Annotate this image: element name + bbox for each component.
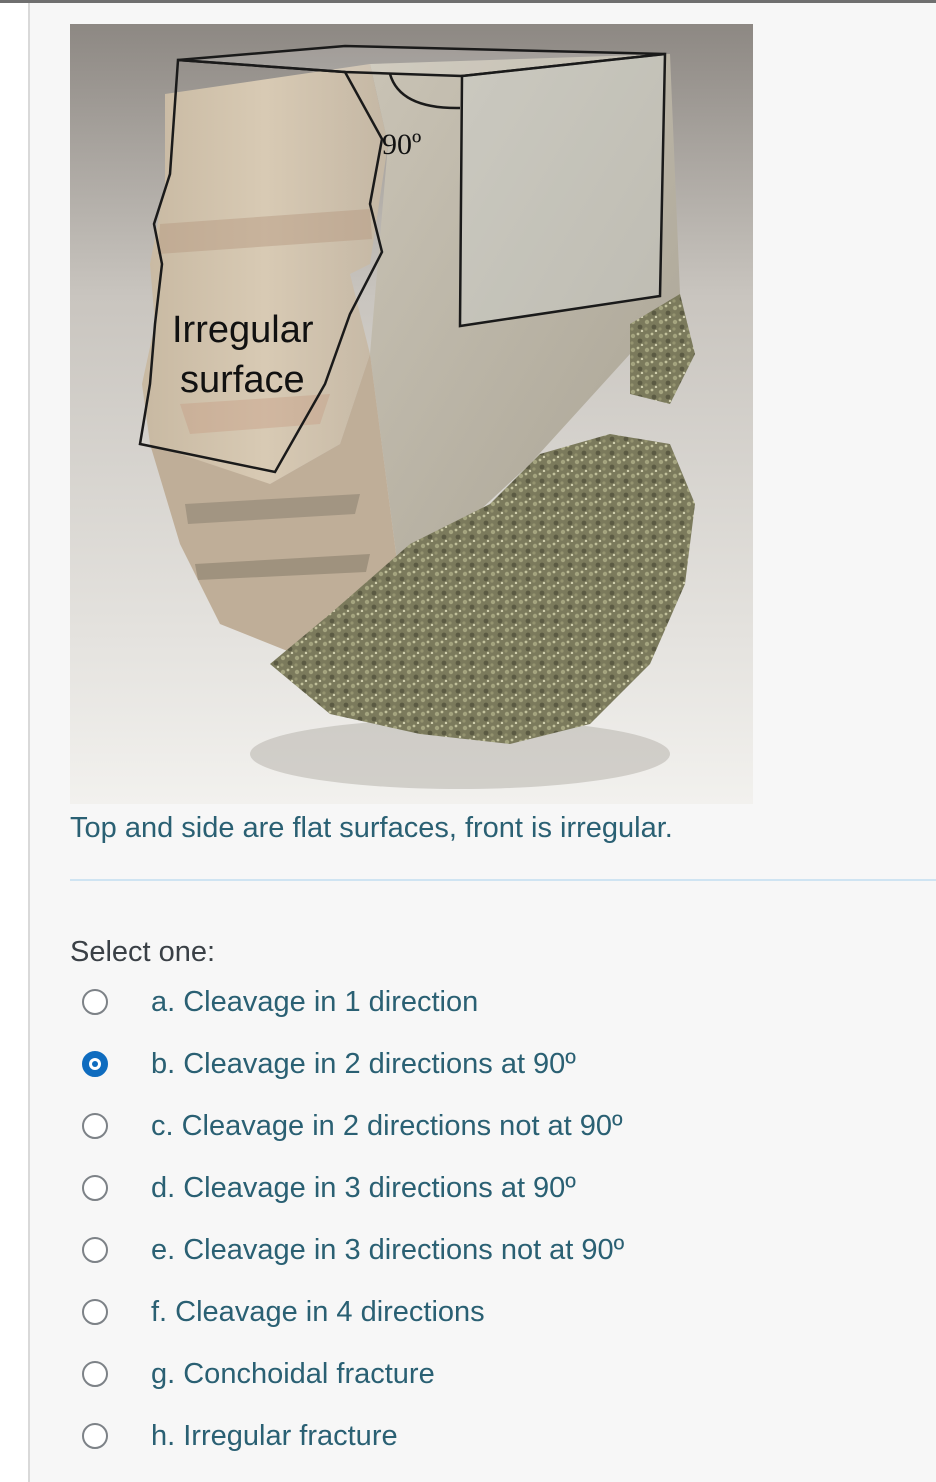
answer-option-d[interactable]: d. Cleavage in 3 directions at 90º (70, 1158, 770, 1220)
answer-option-label[interactable]: c. Cleavage in 2 directions not at 90º (151, 1106, 623, 1146)
figure-caption: Top and side are flat surfaces, front is… (70, 812, 673, 844)
radio-button-d[interactable] (82, 1175, 108, 1201)
answer-option-a[interactable]: a. Cleavage in 1 direction (70, 972, 770, 1034)
answer-option-e[interactable]: e. Cleavage in 3 directions not at 90º (70, 1220, 770, 1282)
answer-option-label[interactable]: a. Cleavage in 1 direction (151, 982, 478, 1022)
radio-button-g[interactable] (82, 1361, 108, 1387)
answer-option-label[interactable]: b. Cleavage in 2 directions at 90º (151, 1044, 576, 1084)
page: 90º Irregular surface Top and side are f… (0, 0, 936, 1482)
radio-button-f[interactable] (82, 1299, 108, 1325)
answer-option-label[interactable]: f. Cleavage in 4 directions (151, 1292, 485, 1332)
surface-annotation-line1: Irregular (172, 309, 314, 351)
select-one-prompt: Select one: (70, 936, 216, 968)
section-divider (70, 879, 936, 881)
angle-annotation: 90º (382, 128, 421, 161)
answer-option-c[interactable]: c. Cleavage in 2 directions not at 90º (70, 1096, 770, 1158)
answer-option-g[interactable]: g. Conchoidal fracture (70, 1344, 770, 1406)
answer-option-label[interactable]: h. Irregular fracture (151, 1416, 398, 1456)
answer-option-label[interactable]: e. Cleavage in 3 directions not at 90º (151, 1230, 624, 1270)
mineral-photo: 90º Irregular surface (70, 24, 753, 804)
radio-button-c[interactable] (82, 1113, 108, 1139)
answer-option-b[interactable]: b. Cleavage in 2 directions at 90º (70, 1034, 770, 1096)
radio-button-h[interactable] (82, 1423, 108, 1449)
radio-button-e[interactable] (82, 1237, 108, 1263)
answer-option-f[interactable]: f. Cleavage in 4 directions (70, 1282, 770, 1344)
answer-option-label[interactable]: d. Cleavage in 3 directions at 90º (151, 1168, 576, 1208)
answer-option-h[interactable]: h. Irregular fracture (70, 1406, 770, 1468)
answer-option-label[interactable]: g. Conchoidal fracture (151, 1354, 435, 1394)
radio-button-b[interactable] (82, 1051, 108, 1077)
surface-annotation-line2: surface (180, 359, 305, 401)
radio-button-a[interactable] (82, 989, 108, 1015)
